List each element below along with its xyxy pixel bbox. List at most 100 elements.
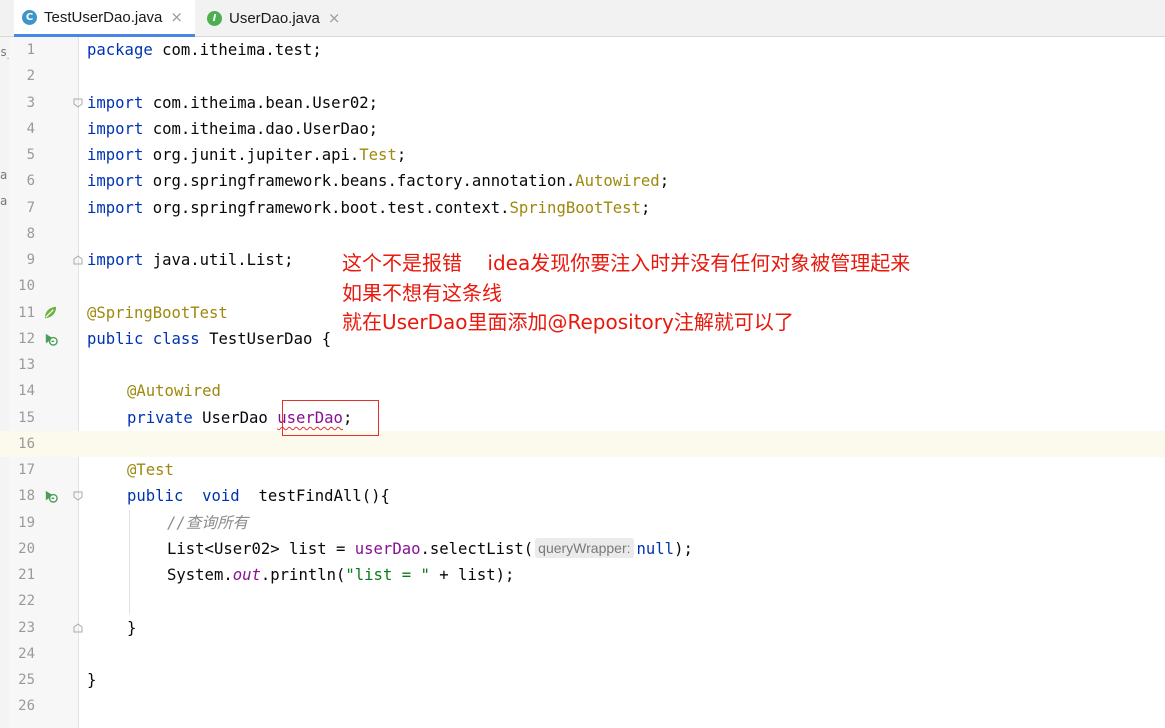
code-line[interactable]: 13 bbox=[0, 352, 1165, 378]
keyword: package bbox=[87, 41, 153, 59]
line-number: 26 bbox=[18, 698, 35, 714]
code-token: java.util.List; bbox=[143, 251, 294, 269]
tab-label: UserDao.java bbox=[229, 9, 320, 27]
annotation-note-line-3: 就在UserDao里面添加@Repository注解就可以了 bbox=[342, 310, 794, 334]
code-text: List<User02> list = userDao.selectList(q… bbox=[167, 536, 693, 562]
line-number: 23 bbox=[18, 620, 35, 636]
fold-marker-icon[interactable] bbox=[73, 491, 83, 501]
code-token: .selectList( bbox=[420, 540, 534, 558]
line-number: 21 bbox=[18, 567, 35, 583]
line-number: 3 bbox=[26, 95, 35, 111]
line-number: 5 bbox=[26, 147, 35, 163]
line-number: 19 bbox=[18, 515, 35, 531]
line-number: 7 bbox=[26, 200, 35, 216]
code-line[interactable]: 1 package com.itheima.test; bbox=[0, 37, 1165, 63]
code-line[interactable]: 17 @Test bbox=[0, 457, 1165, 483]
annotation-note-line-1: 这个不是报错 idea发现你要注入时并没有任何对象被管理起来 bbox=[342, 251, 911, 275]
code-token: com.itheima.dao.UserDao; bbox=[143, 120, 379, 138]
close-icon[interactable]: × bbox=[328, 9, 341, 27]
line-number: 17 bbox=[18, 462, 35, 478]
fold-marker-icon[interactable] bbox=[73, 98, 83, 108]
line-number: 16 bbox=[18, 436, 35, 452]
code-text: import org.springframework.beans.factory… bbox=[87, 168, 669, 194]
code-line[interactable]: 6 import org.springframework.beans.facto… bbox=[0, 168, 1165, 194]
code-line-current[interactable]: 16 bbox=[0, 431, 1165, 457]
line-number: 18 bbox=[18, 488, 35, 504]
string-token: "list = " bbox=[345, 566, 430, 584]
tab-userdao[interactable]: I UserDao.java × bbox=[199, 0, 357, 36]
code-text: @SpringBootTest bbox=[87, 300, 228, 326]
line-number: 12 bbox=[18, 331, 35, 347]
code-text: } bbox=[87, 667, 96, 693]
code-text: import com.itheima.bean.User02; bbox=[87, 90, 378, 116]
close-icon[interactable]: × bbox=[170, 8, 183, 26]
code-line[interactable]: 20 List<User02> list = userDao.selectLis… bbox=[0, 536, 1165, 562]
code-token: testFindAll(){ bbox=[239, 487, 390, 505]
spring-bean-icon[interactable] bbox=[43, 305, 58, 320]
code-token: ; bbox=[659, 172, 670, 190]
code-token: com.itheima.test; bbox=[152, 41, 322, 59]
line-number: 11 bbox=[18, 305, 35, 321]
code-text: } bbox=[127, 615, 136, 641]
code-line[interactable]: 2 bbox=[0, 63, 1165, 89]
code-line[interactable]: 21 System.out.println("list = " + list); bbox=[0, 562, 1165, 588]
fold-marker-icon[interactable] bbox=[73, 623, 83, 633]
code-text: public void testFindAll(){ bbox=[127, 483, 390, 509]
line-number: 8 bbox=[26, 226, 35, 242]
annotation-note-line-2: 如果不想有这条线 bbox=[342, 281, 502, 305]
code-token: + list); bbox=[429, 566, 515, 584]
fold-marker-icon[interactable] bbox=[73, 255, 83, 265]
code-text: @Autowired bbox=[127, 378, 221, 404]
code-line[interactable]: 24 bbox=[0, 641, 1165, 667]
code-line[interactable]: 19 //查询所有 bbox=[0, 510, 1165, 536]
code-line[interactable]: 15 private UserDao userDao; bbox=[0, 405, 1165, 431]
code-token: List<User02> list = bbox=[167, 540, 355, 558]
code-line[interactable]: 5 import org.junit.jupiter.api.Test; bbox=[0, 142, 1165, 168]
line-number: 22 bbox=[18, 593, 35, 609]
code-text: public class TestUserDao { bbox=[87, 326, 331, 352]
code-text: @Test bbox=[127, 457, 174, 483]
java-interface-icon: I bbox=[207, 10, 222, 26]
keyword: void bbox=[202, 487, 240, 505]
code-line[interactable]: 22 bbox=[0, 588, 1165, 614]
code-token: } bbox=[87, 671, 97, 689]
keyword: import bbox=[87, 172, 144, 190]
line-number: 1 bbox=[26, 42, 35, 58]
keyword: import bbox=[87, 199, 144, 217]
tab-testuserdao[interactable]: C TestUserDao.java × bbox=[14, 0, 195, 37]
keyword: import bbox=[87, 94, 144, 112]
code-token: System. bbox=[167, 566, 233, 584]
line-number: 13 bbox=[18, 357, 35, 373]
code-text: import java.util.List; bbox=[87, 247, 294, 273]
code-line[interactable]: 26 bbox=[0, 693, 1165, 719]
code-line[interactable]: 3 import com.itheima.bean.User02; bbox=[0, 90, 1165, 116]
code-line[interactable]: 4 import com.itheima.dao.UserDao; bbox=[0, 116, 1165, 142]
code-line[interactable]: 25 } bbox=[0, 667, 1165, 693]
code-text: import org.springframework.boot.test.con… bbox=[87, 195, 650, 221]
line-number: 14 bbox=[18, 383, 35, 399]
code-line[interactable]: 14 @Autowired bbox=[0, 378, 1165, 404]
line-number: 9 bbox=[26, 252, 35, 268]
field-token: userDao bbox=[354, 540, 421, 558]
code-token: org.springframework.boot.test.context. bbox=[143, 199, 510, 217]
code-text: //查询所有 bbox=[167, 510, 248, 536]
code-text: package com.itheima.test; bbox=[87, 37, 322, 63]
line-number: 20 bbox=[18, 541, 35, 557]
editor-tab-bar: C TestUserDao.java × I UserDao.java × bbox=[0, 0, 1165, 37]
run-test-icon[interactable] bbox=[43, 331, 58, 346]
code-token: Autowired bbox=[575, 172, 660, 190]
code-line[interactable]: 7 import org.springframework.boot.test.c… bbox=[0, 195, 1165, 221]
code-token: ; bbox=[640, 199, 651, 217]
code-token: } bbox=[127, 619, 137, 637]
code-text: System.out.println("list = " + list); bbox=[167, 562, 514, 588]
code-token: .println( bbox=[260, 566, 346, 584]
keyword: import bbox=[87, 146, 144, 164]
code-line[interactable]: 18 public void testFindAll(){ bbox=[0, 483, 1165, 509]
run-test-icon[interactable] bbox=[43, 488, 58, 503]
code-line[interactable]: 23 } bbox=[0, 615, 1165, 641]
code-text: import org.junit.jupiter.api.Test; bbox=[87, 142, 406, 168]
code-token: UserDao bbox=[192, 409, 278, 427]
annotation-token: @Test bbox=[127, 461, 174, 479]
line-number: 6 bbox=[26, 173, 35, 189]
code-line[interactable]: 8 bbox=[0, 221, 1165, 247]
